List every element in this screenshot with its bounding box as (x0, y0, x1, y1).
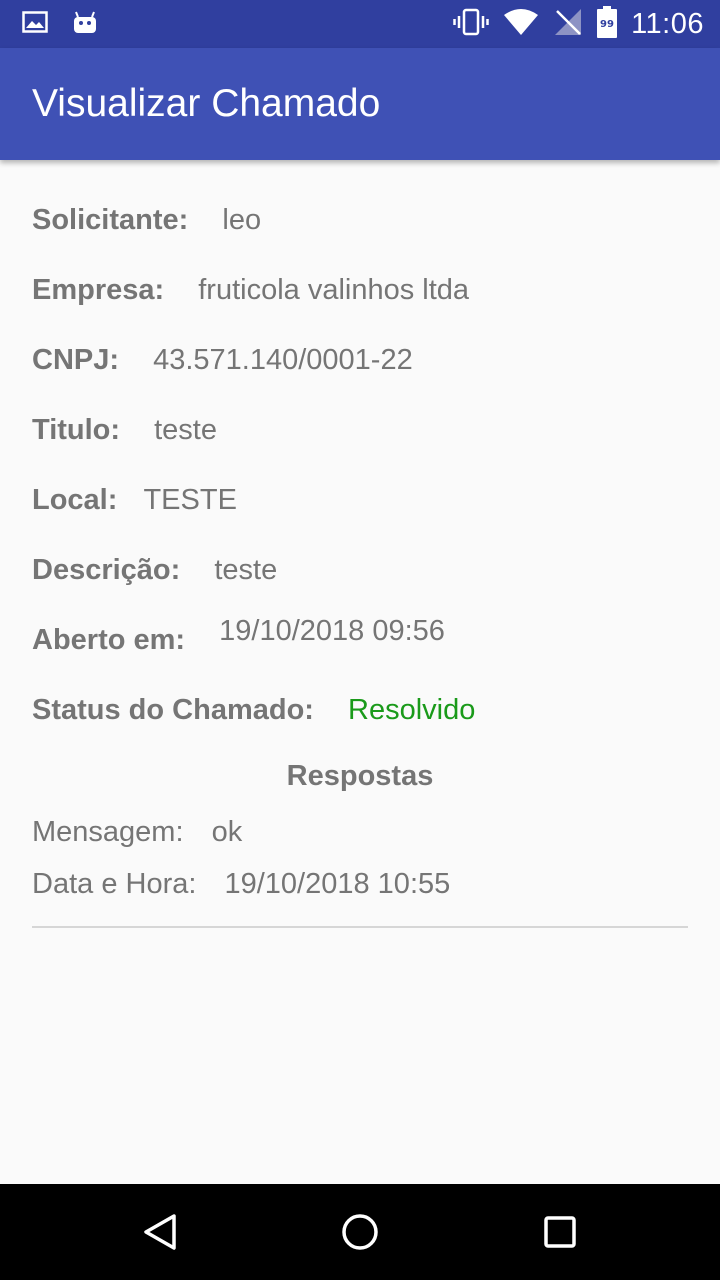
wifi-icon (503, 7, 539, 42)
cnpj-row: CNPJ: 43.571.140/0001-22 (32, 344, 413, 377)
titulo-label: Titulo: (32, 414, 121, 446)
no-signal-icon (553, 7, 583, 42)
status-bar-notifications (22, 9, 98, 40)
local-value: TESTE (143, 484, 237, 516)
ticket-details: Solicitante: leo Empresa: fruticola vali… (0, 160, 720, 1184)
titulo-value: teste (154, 414, 217, 446)
aberto-value: 19/10/2018 09:56 (219, 615, 445, 647)
datahora-value: 19/10/2018 10:55 (224, 868, 451, 900)
descricao-row: Descrição: teste (32, 554, 277, 587)
aberto-row: Aberto em: 19/10/2018 09:56 (32, 615, 445, 657)
respostas-title: Respostas (286, 760, 434, 792)
back-icon[interactable] (140, 1212, 180, 1257)
aberto-label: Aberto em: (32, 624, 186, 656)
battery-icon: 99 (597, 6, 618, 43)
descricao-value: teste (214, 554, 278, 586)
status-label: Status do Chamado: (32, 694, 314, 726)
status-bar: 99 11:06 (0, 0, 720, 48)
android-notification-icon (72, 9, 98, 40)
page-title: Visualizar Chamado (32, 82, 381, 125)
empresa-value: fruticola valinhos ltda (198, 274, 470, 306)
local-row: Local: TESTE (32, 484, 237, 517)
descricao-label: Descrição: (32, 554, 181, 586)
datahora-row: Data e Hora: 19/10/2018 10:55 (32, 868, 450, 901)
battery-level: 99 (600, 19, 614, 30)
mensagem-row: Mensagem: ok (32, 816, 242, 849)
cnpj-value: 43.571.140/0001-22 (153, 344, 413, 376)
divider (32, 926, 688, 928)
titulo-row: Titulo: teste (32, 414, 217, 447)
vibrate-icon (453, 7, 489, 42)
mensagem-label: Mensagem: (32, 816, 184, 848)
solicitante-value: leo (222, 204, 262, 236)
mensagem-value: ok (211, 816, 243, 848)
solicitante-row: Solicitante: leo (32, 204, 261, 237)
home-icon[interactable] (340, 1212, 380, 1257)
clock: 11:06 (631, 8, 704, 40)
empresa-row: Empresa: fruticola valinhos ltda (32, 274, 469, 307)
empresa-label: Empresa: (32, 274, 165, 306)
local-label: Local: (32, 484, 118, 516)
navigation-bar (0, 1184, 720, 1280)
status-row: Status do Chamado: Resolvido (32, 694, 475, 727)
status-value: Resolvido (348, 694, 476, 726)
image-notification-icon (22, 9, 48, 40)
datahora-label: Data e Hora: (32, 868, 197, 900)
cnpj-label: CNPJ: (32, 344, 120, 376)
solicitante-label: Solicitante: (32, 204, 189, 236)
recents-icon[interactable] (542, 1212, 578, 1257)
app-bar: Visualizar Chamado (0, 48, 720, 160)
status-bar-system: 99 11:06 (453, 6, 704, 43)
